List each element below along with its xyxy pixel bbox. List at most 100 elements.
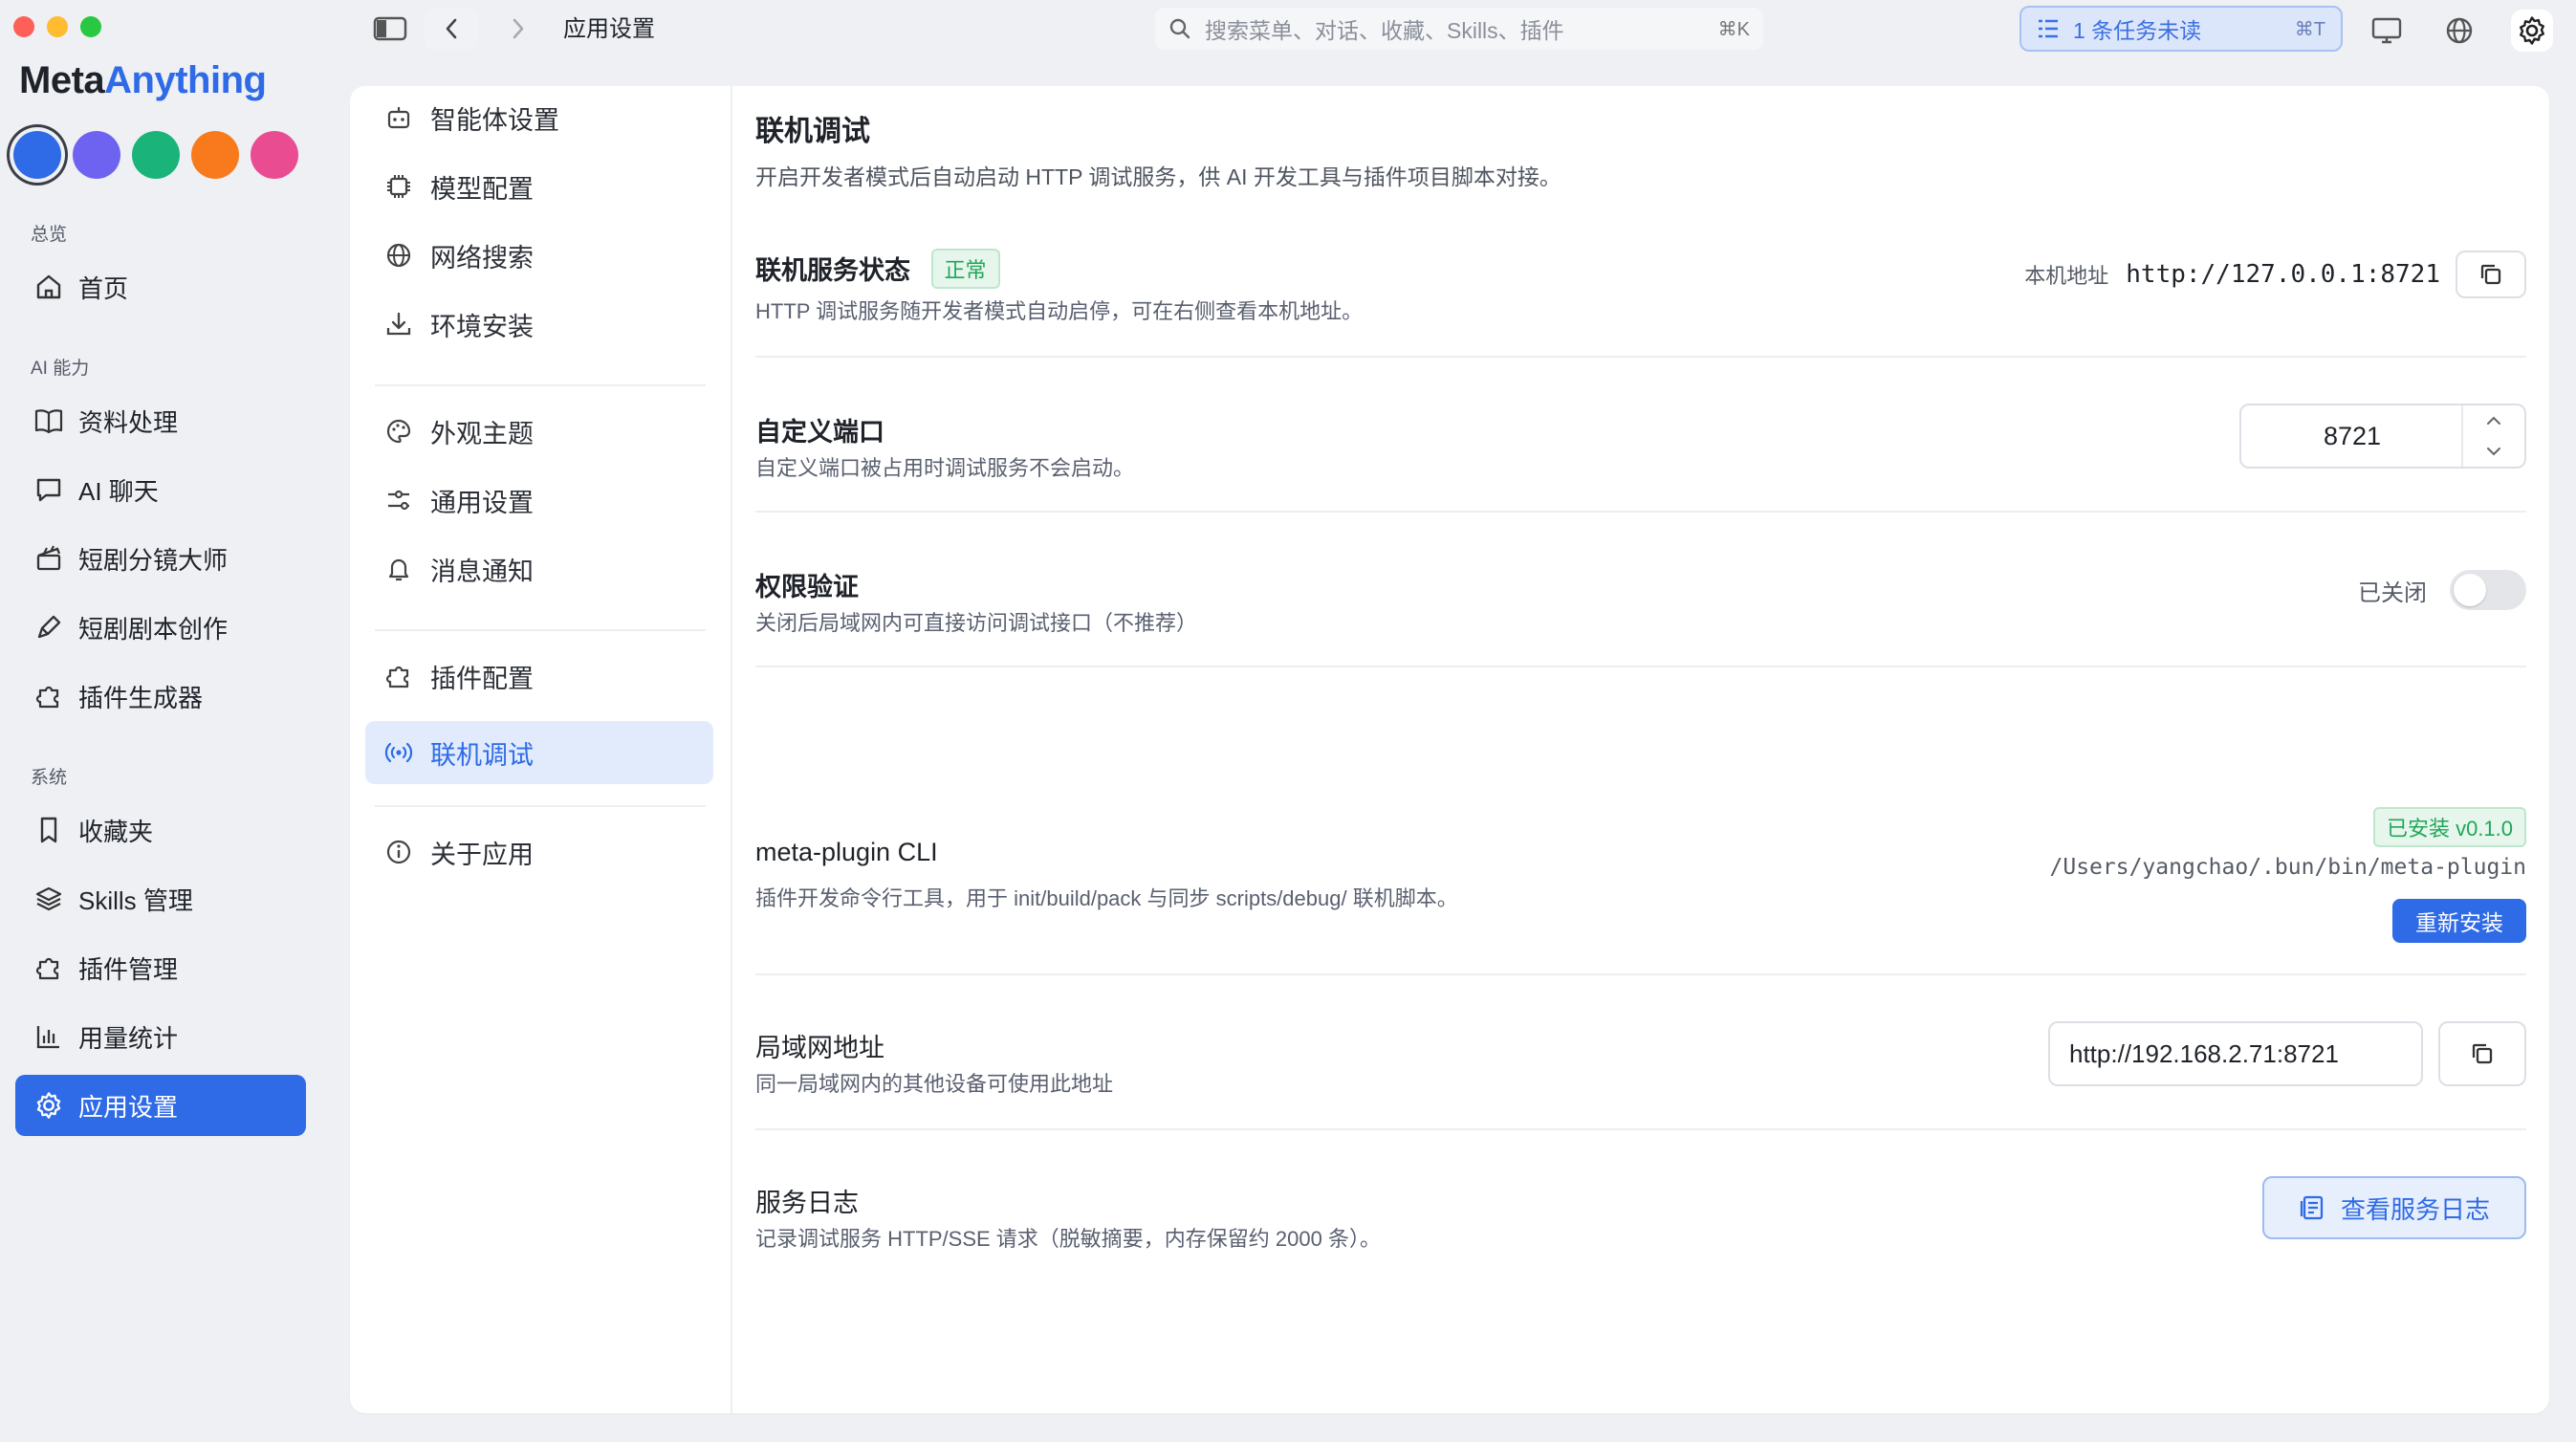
sidebar-item-label: 应用设置 <box>78 1092 179 1122</box>
gear-icon <box>33 1089 65 1122</box>
sidebar-section-overview: 总览 <box>31 225 68 245</box>
reinstall-button[interactable]: 重新安装 <box>2392 899 2526 943</box>
chat-icon <box>33 473 65 506</box>
sidebar-item-storyboard[interactable]: 短剧分镜大师 <box>15 528 306 589</box>
lan-address-title: 局域网地址 <box>755 1034 884 1062</box>
language-button[interactable] <box>2438 10 2480 52</box>
sidebar-toggle-button[interactable] <box>369 8 411 50</box>
settings-nav-notifications[interactable]: 消息通知 <box>365 537 713 601</box>
sidebar-item-usage-stats[interactable]: 用量统计 <box>15 1006 306 1067</box>
sidebar-item-skills[interactable]: Skills 管理 <box>15 868 306 929</box>
row-divider <box>755 666 2526 667</box>
custom-port-title: 自定义端口 <box>755 418 884 447</box>
puzzle-icon <box>33 951 65 984</box>
sidebar-item-label: 用量统计 <box>78 1023 179 1053</box>
sidebar-item-home[interactable]: 首页 <box>15 256 306 317</box>
sidebar-item-script-writing[interactable]: 短剧剧本创作 <box>15 597 306 658</box>
settings-nav-divider <box>375 805 706 807</box>
sidebar-item-label: 短剧分镜大师 <box>78 545 229 575</box>
port-value[interactable]: 8721 <box>2241 405 2463 467</box>
custom-port-row: 自定义端口 自定义端口被占用时调试服务不会启动。 8721 <box>755 404 2526 497</box>
settings-nav-models[interactable]: 模型配置 <box>365 155 713 218</box>
theme-swatch-orange[interactable] <box>191 131 239 179</box>
settings-nav-label: 消息通知 <box>430 557 534 586</box>
port-stepper[interactable]: 8721 <box>2239 404 2526 469</box>
settings-nav-agent[interactable]: 智能体设置 <box>365 86 713 149</box>
settings-nav-appearance[interactable]: 外观主题 <box>365 400 713 463</box>
sidebar-item-plugin-management[interactable]: 插件管理 <box>15 937 306 998</box>
auth-desc: 关闭后局域网内可直接访问调试接口（不推荐） <box>755 611 1198 635</box>
cli-desc: 插件开发命令行工具，用于 init/build/pack 与同步 scripts… <box>755 886 1458 910</box>
settings-nav-label: 外观主题 <box>430 419 534 448</box>
service-log-desc: 记录调试服务 HTTP/SSE 请求（脱敏摘要，内存保留约 2000 条）。 <box>755 1227 1381 1251</box>
settings-nav-label: 模型配置 <box>430 174 534 204</box>
chevron-left-icon <box>446 18 457 39</box>
settings-nav-about[interactable]: 关于应用 <box>365 820 713 884</box>
sidebar-section-ai: AI 能力 <box>31 359 90 379</box>
theme-swatch-green[interactable] <box>132 131 180 179</box>
row-divider <box>755 356 2526 358</box>
back-button[interactable] <box>425 8 478 50</box>
local-address-label: 本机地址 <box>2024 264 2109 288</box>
unread-tasks-button[interactable]: 1 条任务未读 ⌘T <box>2019 6 2343 52</box>
copy-lan-address-button[interactable] <box>2438 1021 2526 1086</box>
theme-swatch-pink[interactable] <box>251 131 298 179</box>
settings-nav-label: 环境安装 <box>430 312 534 341</box>
settings-nav-label: 联机调试 <box>430 740 534 770</box>
settings-nav-environment[interactable]: 环境安装 <box>365 293 713 356</box>
auth-toggle[interactable] <box>2450 570 2526 610</box>
pen-icon <box>33 611 65 644</box>
search-shortcut: ⌘K <box>1717 18 1750 40</box>
settings-nav-label: 网络搜索 <box>430 243 534 273</box>
port-decrement-button[interactable] <box>2463 436 2524 467</box>
settings-nav-remote-debug[interactable]: 联机调试 <box>365 721 713 784</box>
sidebar-item-label: 插件管理 <box>78 954 179 984</box>
info-icon <box>382 836 415 868</box>
broadcast-icon <box>382 736 415 769</box>
sidebar-item-data-processing[interactable]: 资料处理 <box>15 390 306 451</box>
view-service-log-button[interactable]: 查看服务日志 <box>2262 1176 2526 1239</box>
settings-nav-general[interactable]: 通用设置 <box>365 469 713 532</box>
sidebar-item-label: Skills 管理 <box>78 885 193 915</box>
sidebar-item-label: 插件生成器 <box>78 683 204 712</box>
bell-icon <box>382 553 415 585</box>
app-logo: MetaAnything <box>19 59 267 102</box>
home-icon <box>33 271 65 303</box>
row-divider <box>755 973 2526 975</box>
settings-nav-web-search[interactable]: 网络搜索 <box>365 224 713 287</box>
sidebar-section-system: 系统 <box>31 768 68 788</box>
theme-swatch-blue[interactable] <box>13 131 61 179</box>
forward-button[interactable] <box>491 8 545 50</box>
settings-nav-label: 关于应用 <box>430 840 534 869</box>
monitor-button[interactable] <box>2366 10 2408 52</box>
robot-icon <box>382 101 415 134</box>
service-log-row: 服务日志 记录调试服务 HTTP/SSE 请求（脱敏摘要，内存保留约 2000 … <box>755 1176 2526 1268</box>
logo-text-meta: Meta <box>19 59 105 101</box>
global-search-input[interactable]: 搜索菜单、对话、收藏、Skills、插件 ⌘K <box>1155 8 1763 50</box>
port-increment-button[interactable] <box>2463 405 2524 436</box>
copy-local-address-button[interactable] <box>2456 251 2526 298</box>
layers-icon <box>33 883 65 915</box>
bar-chart-icon <box>33 1020 65 1053</box>
globe-icon <box>2446 17 2473 44</box>
unread-tasks-label: 1 条任务未读 <box>2073 18 2202 43</box>
settings-button[interactable] <box>2511 10 2553 52</box>
gear-icon <box>2520 16 2544 45</box>
puzzle-icon <box>33 680 65 712</box>
palette-icon <box>382 415 415 448</box>
sidebar-item-ai-chat[interactable]: AI 聊天 <box>15 459 306 520</box>
app-window: 应用设置 搜索菜单、对话、收藏、Skills、插件 ⌘K 1 条任务未读 ⌘T … <box>0 0 2576 1442</box>
row-divider <box>755 511 2526 513</box>
theme-swatch-purple[interactable] <box>73 131 120 179</box>
task-list-icon <box>2039 19 2058 38</box>
lan-address-field[interactable]: http://192.168.2.71:8721 <box>2048 1021 2423 1086</box>
sidebar-item-favorites[interactable]: 收藏夹 <box>15 799 306 861</box>
chip-icon <box>382 170 415 203</box>
sidebar-item-app-settings[interactable]: 应用设置 <box>15 1075 306 1136</box>
copy-icon <box>2480 264 2501 285</box>
service-status-row: 联机服务状态 正常 HTTP 调试服务随开发者模式自动启停，可在右侧查看本机地址… <box>755 249 2526 344</box>
settings-nav-plugins[interactable]: 插件配置 <box>365 645 713 708</box>
sidebar-item-plugin-generator[interactable]: 插件生成器 <box>15 666 306 727</box>
page-title: 联机调试 <box>755 116 870 147</box>
cli-row: meta-plugin CLI 插件开发命令行工具，用于 init/build/… <box>755 721 2526 950</box>
